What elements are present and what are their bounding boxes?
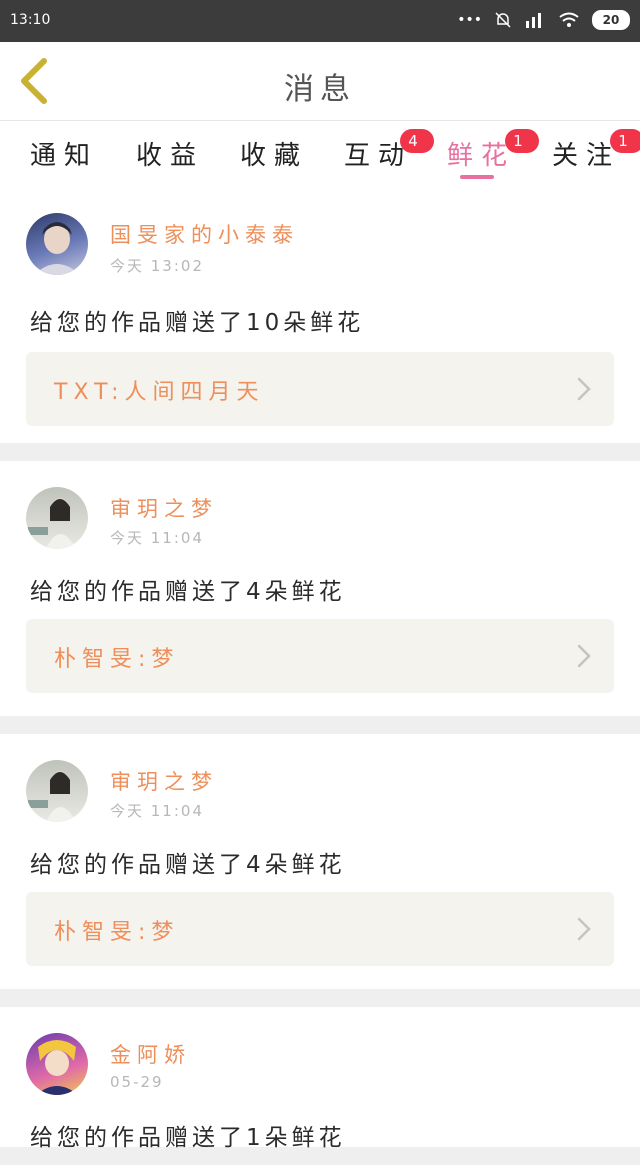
work-link[interactable]: TXT:人间四月天 — [26, 352, 614, 426]
message-text: 给您的作品赠送了10朵鲜花 — [30, 310, 365, 336]
avatar-photo — [28, 771, 76, 822]
tab-notifications[interactable]: 通知 — [30, 135, 98, 191]
tab-label: 通知 — [30, 141, 99, 171]
tab-flowers[interactable]: 鲜花 1 — [447, 129, 539, 191]
chevron-right-icon — [577, 917, 591, 941]
page-title: 消息 — [284, 72, 356, 107]
tab-label: 收益 — [136, 141, 205, 171]
avatar[interactable] — [26, 760, 88, 822]
timestamp: 今天 11:04 — [110, 802, 204, 820]
work-link[interactable]: 朴智旻:梦 — [26, 892, 614, 966]
message-text: 给您的作品赠送了4朵鲜花 — [30, 579, 346, 605]
mute-bell-icon — [495, 12, 511, 28]
status-time: 13:10 — [10, 12, 51, 28]
sender-name[interactable]: 国旻家的小泰泰 — [110, 219, 299, 249]
battery-level: 20 — [602, 13, 620, 27]
avatar[interactable] — [26, 1033, 88, 1095]
status-icons: ••• 20 — [457, 10, 630, 30]
work-title: 朴智旻:梦 — [54, 647, 180, 672]
tab-label: 收藏 — [240, 141, 309, 171]
more-dots-icon: ••• — [457, 12, 482, 28]
chevron-right-icon — [577, 644, 591, 668]
timestamp: 05-29 — [110, 1073, 164, 1091]
tab-badge: 1 — [610, 129, 640, 153]
message-text: 给您的作品赠送了4朵鲜花 — [30, 852, 346, 878]
chevron-right-icon — [577, 377, 591, 401]
tab-interactions[interactable]: 互动 4 — [344, 129, 434, 191]
tab-badge: 4 — [400, 129, 434, 153]
sender-name[interactable]: 金阿娇 — [110, 1039, 191, 1069]
sender-name[interactable]: 审玥之梦 — [110, 493, 218, 523]
message-text: 给您的作品赠送了1朵鲜花 — [30, 1125, 346, 1151]
timestamp: 今天 13:02 — [110, 257, 204, 275]
work-title: TXT:人间四月天 — [54, 380, 265, 405]
tab-earnings[interactable]: 收益 — [136, 135, 204, 191]
wifi-icon — [559, 12, 579, 27]
list-item[interactable]: 国旻家的小泰泰 今天 13:02 给您的作品赠送了10朵鲜花 TXT:人间四月天 — [0, 193, 640, 443]
work-link[interactable]: 朴智旻:梦 — [26, 619, 614, 693]
battery-indicator: 20 — [592, 10, 630, 30]
tab-label: 关注 — [552, 141, 621, 171]
status-bar: 13:10 ••• 20 — [0, 0, 640, 42]
header-bar: 消息 — [0, 42, 640, 121]
avatar[interactable] — [26, 487, 88, 549]
signal-icon — [526, 13, 541, 28]
tab-following[interactable]: 关注 1 — [552, 129, 640, 191]
message-list: 国旻家的小泰泰 今天 13:02 给您的作品赠送了10朵鲜花 TXT:人间四月天… — [0, 193, 640, 1165]
avatar-photo — [28, 498, 76, 549]
list-item[interactable]: 审玥之梦 今天 11:04 给您的作品赠送了4朵鲜花 朴智旻:梦 — [0, 461, 640, 716]
sender-name[interactable]: 审玥之梦 — [110, 766, 218, 796]
list-item[interactable]: 审玥之梦 今天 11:04 给您的作品赠送了4朵鲜花 朴智旻:梦 — [0, 734, 640, 989]
active-tab-indicator — [460, 175, 494, 179]
work-title: 朴智旻:梦 — [54, 920, 180, 945]
avatar[interactable] — [26, 213, 88, 275]
timestamp: 今天 11:04 — [110, 529, 204, 547]
avatar-photo — [34, 222, 80, 275]
list-item[interactable]: 金阿娇 05-29 给您的作品赠送了1朵鲜花 — [0, 1007, 640, 1151]
avatar-photo — [36, 1040, 78, 1095]
tab-favorites[interactable]: 收藏 — [240, 135, 308, 191]
tab-badge: 1 — [505, 129, 539, 153]
tab-bar: 通知 收益 收藏 互动 4 鲜花 1 关注 1 — [0, 121, 640, 193]
tab-label: 鲜花 — [447, 141, 516, 171]
